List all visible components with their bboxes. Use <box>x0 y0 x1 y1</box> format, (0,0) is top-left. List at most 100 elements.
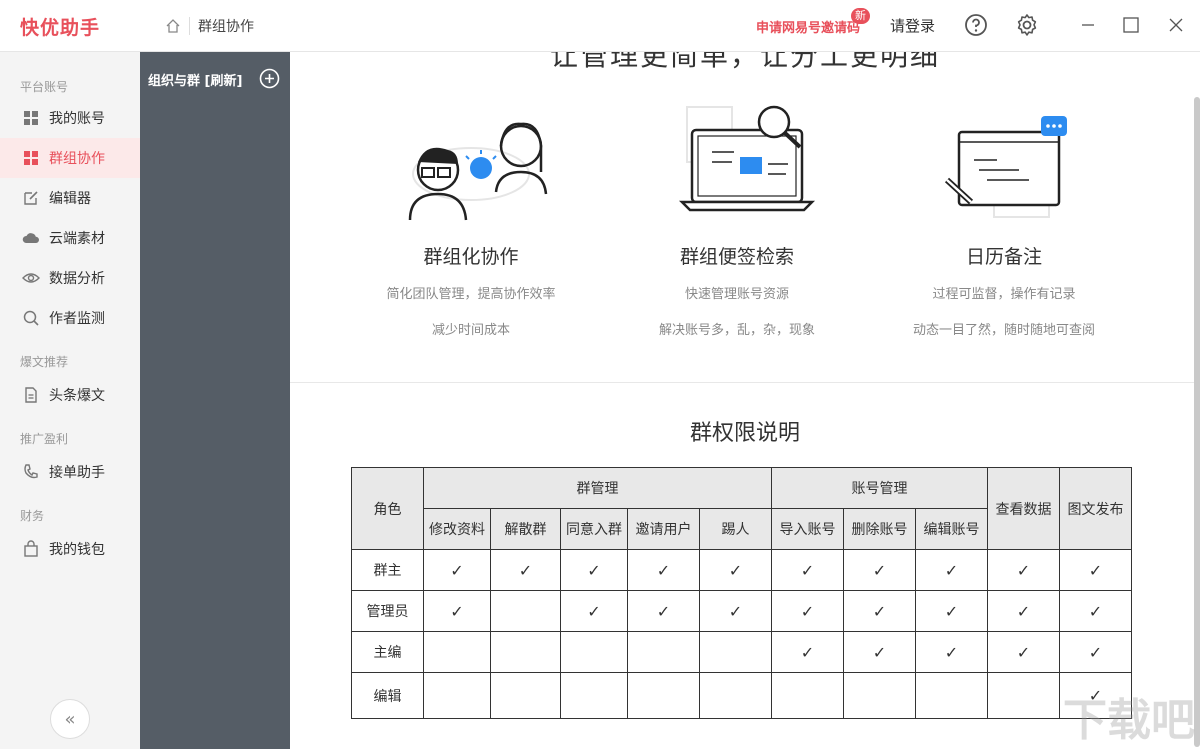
permission-cell: ✓ <box>423 549 491 591</box>
breadcrumb-separator <box>189 17 190 35</box>
table-row: 编辑 ✓ <box>351 672 1132 719</box>
permission-cell: ✓ <box>560 549 628 591</box>
feature-group-notes-search: 群组便签检索 快速管理账号资源 解决账号多，乱，杂，现象 <box>602 102 872 338</box>
checkmark-icon: ✓ <box>1088 642 1103 662</box>
sidebar-item-label: 我的账号 <box>49 111 105 127</box>
sidebar-item-label: 编辑器 <box>49 191 91 207</box>
home-icon[interactable] <box>165 18 181 34</box>
role-cell: 群主 <box>351 549 424 591</box>
permission-cell: ✓ <box>1059 631 1132 673</box>
vertical-scrollbar[interactable] <box>1194 97 1200 747</box>
checkmark-icon: ✓ <box>1016 560 1031 580</box>
permission-cell: ✓ <box>699 590 772 632</box>
sidebar-item-author-monitor[interactable]: 作者监测 <box>0 298 140 338</box>
checkmark-icon: ✓ <box>800 601 815 621</box>
feature-title: 日历备注 <box>965 246 1042 268</box>
app-logo: 快优助手 <box>20 17 101 39</box>
org-panel-title[interactable]: 组织与群 [刷新] <box>148 70 242 89</box>
checkmark-icon: ✓ <box>944 601 959 621</box>
close-icon[interactable] <box>1165 14 1187 36</box>
checkmark-icon: ✓ <box>1088 560 1103 580</box>
section-explosive-articles: 爆文推荐 <box>20 355 69 369</box>
checkmark-icon: ✓ <box>872 642 887 662</box>
section-divider <box>290 382 1200 383</box>
add-circle-icon[interactable] <box>259 68 280 89</box>
table-header-group-mgmt: 群管理 <box>423 467 772 509</box>
permission-cell <box>699 672 772 719</box>
sidebar-item-editor[interactable]: 编辑器 <box>0 178 140 218</box>
sidebar-item-label: 头条爆文 <box>49 388 105 404</box>
sidebar-item-my-account[interactable]: 我的账号 <box>0 98 140 138</box>
org-group-panel: 组织与群 [刷新] <box>140 52 290 749</box>
table-header-role: 角色 <box>351 467 424 550</box>
gear-icon[interactable] <box>1015 13 1039 37</box>
table-subheader: 编辑账号 <box>915 508 988 550</box>
permission-cell <box>987 672 1060 719</box>
permission-cell: ✓ <box>987 549 1060 591</box>
checkmark-icon: ✓ <box>728 560 743 580</box>
permission-cell: ✓ <box>771 631 844 673</box>
watermark-logo: 下载吧 <box>1058 690 1198 748</box>
permission-cell: ✓ <box>843 631 916 673</box>
checkmark-icon: ✓ <box>944 642 959 662</box>
feature-desc: 过程可监督，操作有记录 <box>932 287 1076 302</box>
table-subheader: 修改资料 <box>423 508 491 550</box>
checkmark-icon: ✓ <box>1088 601 1103 621</box>
invite-code-link[interactable]: 申请网易号邀请码 <box>756 17 860 36</box>
sidebar-item-group-collab[interactable]: 群组协作 <box>0 138 140 178</box>
sidebar-item-label: 云端素材 <box>49 231 105 247</box>
table-row: 管理员 ✓ ✓ ✓ ✓ ✓ ✓ ✓ ✓ ✓ <box>351 590 1132 632</box>
permission-cell: ✓ <box>915 631 988 673</box>
cloud-icon <box>22 229 40 247</box>
permission-cell <box>560 631 628 673</box>
feature-calendar-notes: 日历备注 过程可监督，操作有记录 动态一目了然，随时随地可查阅 <box>869 102 1139 338</box>
breadcrumb: 群组协作 <box>140 0 254 52</box>
permission-cell <box>627 672 700 719</box>
sidebar-item-order-assistant[interactable]: 接单助手 <box>0 452 140 492</box>
checkmark-icon: ✓ <box>656 601 671 621</box>
checkmark-icon: ✓ <box>1016 601 1031 621</box>
permission-cell: ✓ <box>843 549 916 591</box>
svg-text:下载吧: 下载吧 <box>1063 695 1195 746</box>
permission-cell <box>627 631 700 673</box>
permission-cell <box>560 672 628 719</box>
login-button[interactable]: 请登录 <box>890 15 935 36</box>
table-row: 群主 ✓ ✓ ✓ ✓ ✓ ✓ ✓ ✓ ✓ ✓ <box>351 549 1132 591</box>
checkmark-icon: ✓ <box>800 642 815 662</box>
table-subheader: 邀请用户 <box>627 508 700 550</box>
sidebar-item-wallet[interactable]: 我的钱包 <box>0 529 140 569</box>
section-promotion: 推广盈利 <box>20 432 69 446</box>
team-collab-illustration <box>386 102 556 222</box>
sidebar-item-data-analysis[interactable]: 数据分析 <box>0 258 140 298</box>
bag-icon <box>22 540 40 558</box>
section-platform-accounts: 平台账号 <box>20 80 69 94</box>
feature-desc: 减少时间成本 <box>431 323 510 338</box>
sidebar-item-label: 作者监测 <box>49 311 105 327</box>
double-chevron-left-icon: « <box>64 708 76 730</box>
sidebar-item-label: 接单助手 <box>49 465 105 481</box>
permission-cell: ✓ <box>627 590 700 632</box>
permission-cell <box>843 672 916 719</box>
permission-cell <box>423 631 491 673</box>
minimize-icon[interactable] <box>1077 14 1099 36</box>
table-subheader: 导入账号 <box>771 508 844 550</box>
permission-cell: ✓ <box>771 549 844 591</box>
sidebar-item-toutiao[interactable]: 头条爆文 <box>0 375 140 415</box>
collapse-sidebar-button[interactable]: « <box>50 699 90 739</box>
table-header-view-data: 查看数据 <box>987 467 1060 550</box>
help-icon[interactable] <box>964 13 988 37</box>
slogan-heading: 让管理更简单，让分工更明细 <box>549 52 940 72</box>
document-icon <box>22 386 40 404</box>
edit-icon <box>22 189 40 207</box>
sidebar-item-cloud-material[interactable]: 云端素材 <box>0 218 140 258</box>
feature-desc: 解决账号多，乱，杂，现象 <box>658 323 815 338</box>
permission-cell: ✓ <box>423 590 491 632</box>
section-finance: 财务 <box>20 509 45 523</box>
sidebar-item-label: 群组协作 <box>49 151 105 167</box>
table-row: 主编 ✓ ✓ ✓ ✓ ✓ <box>351 631 1132 673</box>
permission-cell <box>423 672 491 719</box>
permission-cell: ✓ <box>987 631 1060 673</box>
maximize-icon[interactable] <box>1120 14 1142 36</box>
permission-cell <box>490 590 561 632</box>
permission-cell: ✓ <box>915 549 988 591</box>
